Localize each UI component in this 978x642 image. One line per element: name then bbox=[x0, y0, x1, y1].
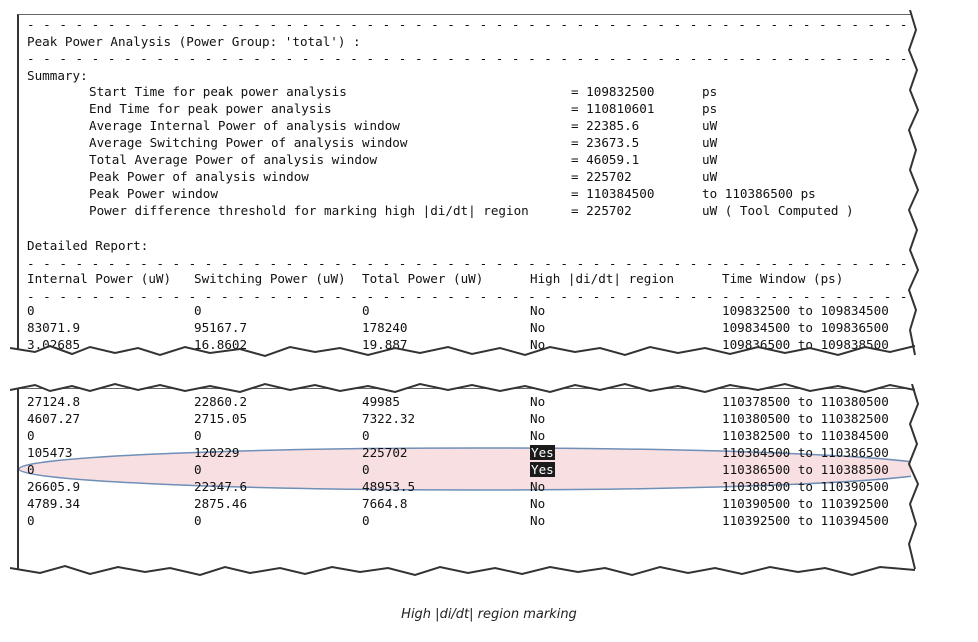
cell-time-window: 110384500 to 110386500 bbox=[722, 445, 889, 460]
column-header-time-window: Time Window (ps) bbox=[722, 271, 844, 286]
column-header-total-power: Total Power (uW) bbox=[362, 271, 484, 286]
summary-unit: uW bbox=[702, 135, 718, 150]
cell-switching-power: 0 bbox=[194, 462, 202, 477]
cell-total-power: 7664.8 bbox=[362, 496, 408, 511]
cell-total-power: 0 bbox=[362, 513, 370, 528]
column-header-internal-power: Internal Power (uW) bbox=[27, 271, 172, 286]
cell-total-power: 225702 bbox=[362, 445, 408, 460]
column-header-high-didt: High |di/dt| region bbox=[530, 271, 675, 286]
cell-switching-power: 22347.6 bbox=[194, 479, 248, 494]
cell-time-window: 110388500 to 110390500 bbox=[722, 479, 889, 494]
cell-total-power: 48953.5 bbox=[362, 479, 416, 494]
cell-time-window: 110392500 to 110394500 bbox=[722, 513, 889, 528]
table-row: 0 0 0 No 109832500 to 109834500 bbox=[19, 303, 911, 320]
cell-time-window: 109834500 to 109836500 bbox=[722, 320, 889, 335]
cell-internal-power: 4789.34 bbox=[27, 496, 81, 511]
summary-value: = 46059.1 bbox=[571, 152, 640, 167]
cell-switching-power: 95167.7 bbox=[194, 320, 248, 335]
summary-unit: ps bbox=[702, 101, 718, 116]
summary-value: = 109832500 bbox=[571, 84, 655, 99]
cell-high-didt: No bbox=[530, 479, 546, 494]
cell-internal-power: 0 bbox=[27, 513, 35, 528]
table-row: 0 0 0 No 110382500 to 110384500 bbox=[19, 428, 911, 445]
summary-unit: ps bbox=[702, 84, 718, 99]
cell-total-power: 178240 bbox=[362, 320, 408, 335]
summary-label: Start Time for peak power analysis bbox=[89, 84, 347, 99]
torn-edge-right bbox=[907, 384, 920, 570]
cell-high-didt: Yes bbox=[530, 462, 555, 477]
report-fragment-bottom: 27124.8 22860.2 49985 No 110378500 to 110380… bbox=[17, 388, 911, 569]
cell-internal-power: 0 bbox=[27, 462, 35, 477]
summary-value: = 22385.6 bbox=[571, 118, 640, 133]
summary-unit: uW bbox=[702, 118, 718, 133]
table-row: 0 0 0 Yes 110386500 to 110388500 bbox=[19, 462, 911, 479]
torn-edge bbox=[10, 344, 915, 368]
cell-switching-power: 120229 bbox=[194, 445, 240, 460]
cell-internal-power: 83071.9 bbox=[27, 320, 81, 335]
cell-time-window: 110390500 to 110392500 bbox=[722, 496, 889, 511]
cell-time-window: 110380500 to 110382500 bbox=[722, 411, 889, 426]
summary-unit: to 110386500 ps bbox=[702, 186, 816, 201]
cell-switching-power: 0 bbox=[194, 428, 202, 443]
cell-total-power: 7322.32 bbox=[362, 411, 416, 426]
table-row: 0 0 0 No 110392500 to 110394500 bbox=[19, 513, 911, 530]
summary-label: Total Average Power of analysis window bbox=[89, 152, 378, 167]
cell-total-power: 0 bbox=[362, 303, 370, 318]
report-title: Peak Power Analysis (Power Group: 'total… bbox=[27, 34, 361, 49]
torn-edge bbox=[10, 564, 915, 588]
summary-value: = 110810601 bbox=[571, 101, 655, 116]
figure-caption: High |di/dt| region marking bbox=[401, 607, 577, 622]
cell-total-power: 0 bbox=[362, 428, 370, 443]
summary-label: End Time for peak power analysis bbox=[89, 101, 332, 116]
cell-high-didt: No bbox=[530, 411, 546, 426]
column-header-switching-power: Switching Power (uW) bbox=[194, 271, 346, 286]
table-row: 26605.9 22347.6 48953.5 No 110388500 to 1103… bbox=[19, 479, 911, 496]
cell-total-power: 0 bbox=[362, 462, 370, 477]
cell-high-didt: No bbox=[530, 513, 546, 528]
summary-label: Peak Power of analysis window bbox=[89, 169, 309, 184]
table-row: 83071.9 95167.7 178240 No 109834500 to 10983… bbox=[19, 320, 911, 337]
torn-edge-right bbox=[907, 10, 920, 356]
cell-high-didt: No bbox=[530, 428, 546, 443]
cell-switching-power: 2875.46 bbox=[194, 496, 248, 511]
summary-unit: uW ( Tool Computed ) bbox=[702, 203, 854, 218]
cell-high-didt: No bbox=[530, 303, 546, 318]
cell-high-didt: No bbox=[530, 320, 546, 335]
cell-switching-power: 0 bbox=[194, 513, 202, 528]
table-row: 105473 120229 225702 Yes 110384500 to 110386… bbox=[19, 445, 911, 462]
summary-value: = 225702 bbox=[571, 169, 632, 184]
cell-high-didt: Yes bbox=[530, 445, 555, 460]
summary-unit: uW bbox=[702, 152, 718, 167]
dotted-separator: - - - - - - - - - - - - - - - - - - - - … bbox=[27, 51, 908, 66]
dotted-separator: - - - - - - - - - - - - - - - - - - - - … bbox=[27, 256, 908, 271]
cell-time-window: 110386500 to 110388500 bbox=[722, 462, 889, 477]
cell-switching-power: 2715.05 bbox=[194, 411, 248, 426]
summary-unit: uW bbox=[702, 169, 718, 184]
summary-label: Average Internal Power of analysis windo… bbox=[89, 118, 400, 133]
cell-high-didt: No bbox=[530, 496, 546, 511]
cell-time-window: 110382500 to 110384500 bbox=[722, 428, 889, 443]
table-row: 4607.27 2715.05 7322.32 No 110380500 to 1103… bbox=[19, 411, 911, 428]
torn-edge bbox=[10, 376, 915, 394]
summary-value: = 110384500 bbox=[571, 186, 655, 201]
dotted-separator: - - - - - - - - - - - - - - - - - - - - … bbox=[27, 289, 908, 304]
summary-label: Peak Power window bbox=[89, 186, 218, 201]
cell-internal-power: 26605.9 bbox=[27, 479, 81, 494]
summary-label: Summary: bbox=[27, 68, 88, 83]
report-fragment-top: - - - - - - - - - - - - - - - - - - - - … bbox=[17, 14, 911, 351]
table-header: Internal Power (uW) Switching Power (uW)… bbox=[19, 271, 911, 288]
cell-switching-power: 0 bbox=[194, 303, 202, 318]
cell-internal-power: 0 bbox=[27, 428, 35, 443]
detailed-report-label: Detailed Report: bbox=[27, 238, 149, 253]
cell-internal-power: 0 bbox=[27, 303, 35, 318]
summary-value: = 23673.5 bbox=[571, 135, 640, 150]
cell-time-window: 109832500 to 109834500 bbox=[722, 303, 889, 318]
dotted-separator: - - - - - - - - - - - - - - - - - - - - … bbox=[27, 17, 908, 32]
table-row: 4789.34 2875.46 7664.8 No 110390500 to 11039… bbox=[19, 496, 911, 513]
summary-value: = 225702 bbox=[571, 203, 632, 218]
summary-label: Power difference threshold for marking h… bbox=[89, 203, 529, 218]
cell-internal-power: 105473 bbox=[27, 445, 73, 460]
cell-internal-power: 4607.27 bbox=[27, 411, 81, 426]
summary-label: Average Switching Power of analysis wind… bbox=[89, 135, 408, 150]
